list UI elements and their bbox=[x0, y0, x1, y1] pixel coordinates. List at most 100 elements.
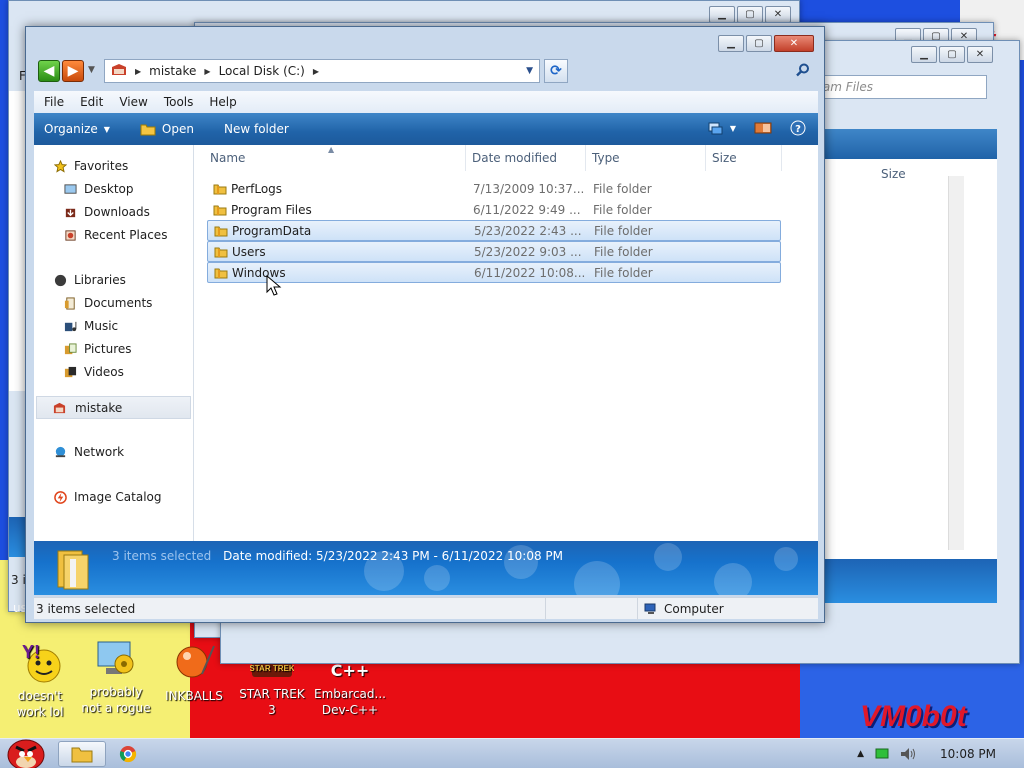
help-icon[interactable]: ? bbox=[790, 120, 806, 136]
file-row-perflogs[interactable]: PerfLogs 7/13/2009 10:37... File folder bbox=[207, 178, 781, 199]
menu-help[interactable]: Help bbox=[201, 91, 244, 113]
navigation-pane: Favorites Desktop Downloads Recent Place… bbox=[34, 145, 194, 541]
close-button[interactable]: ✕ bbox=[967, 46, 993, 63]
file-type: File folder bbox=[593, 202, 652, 217]
image-catalog-icon bbox=[54, 491, 67, 504]
svg-text:?: ? bbox=[795, 124, 801, 135]
breadcrumb-local-disk[interactable]: Local Disk (C:) bbox=[219, 64, 305, 78]
file-name: Users bbox=[232, 244, 266, 259]
column-date-label: Date modified bbox=[472, 151, 558, 165]
nav-favorites[interactable]: Favorites bbox=[34, 155, 193, 178]
wallpaper-brand: VM0b0t bbox=[860, 700, 967, 733]
menu-bar: File Edit View Tools Help bbox=[34, 91, 818, 113]
nav-recent-places[interactable]: Recent Places bbox=[34, 224, 193, 247]
network-status-icon[interactable] bbox=[874, 747, 890, 761]
decorative-bubble bbox=[774, 547, 798, 571]
new-folder-label: New folder bbox=[223, 122, 289, 136]
background-path-text: ram Files bbox=[818, 80, 873, 94]
menu-view[interactable]: View bbox=[111, 91, 155, 113]
column-name[interactable]: Name ▲ bbox=[204, 145, 466, 171]
breadcrumb-separator[interactable]: ▶ bbox=[313, 67, 319, 76]
multiple-folders-icon bbox=[57, 550, 89, 590]
file-row-program-files[interactable]: Program Files 6/11/2022 9:49 ... File fo… bbox=[207, 199, 781, 220]
minimize-button[interactable]: ▁ bbox=[911, 46, 937, 63]
background-size-column: Size bbox=[881, 167, 906, 181]
videos-icon bbox=[64, 366, 77, 378]
desktop-icon-label: Embarcad... bbox=[314, 687, 386, 701]
start-button-angry-bird-icon[interactable] bbox=[2, 735, 48, 768]
open-button[interactable]: Open bbox=[122, 122, 206, 136]
taskbar-explorer-button[interactable] bbox=[58, 741, 106, 767]
menu-file[interactable]: File bbox=[36, 91, 72, 113]
address-bar[interactable]: ▶ mistake ▶ Local Disk (C:) ▶ ▼ bbox=[104, 59, 540, 83]
status-selection: 3 items selected bbox=[34, 597, 546, 620]
desktop-icon-label: STAR TREK bbox=[239, 687, 305, 701]
yahoo-messenger-icon: Y! bbox=[18, 640, 62, 684]
nav-label: Pictures bbox=[84, 342, 132, 356]
nav-network[interactable]: Network bbox=[34, 441, 193, 464]
computer-icon bbox=[644, 603, 656, 614]
file-row-users[interactable]: Users 5/23/2022 9:03 ... File folder bbox=[207, 241, 781, 262]
refresh-button[interactable]: ⟳ bbox=[544, 59, 568, 83]
nav-libraries[interactable]: Libraries bbox=[34, 269, 193, 292]
desktop-icon-rogue[interactable]: probably not a rogue bbox=[76, 636, 156, 716]
nav-pictures[interactable]: Pictures bbox=[34, 338, 193, 361]
breadcrumb-mistake[interactable]: mistake bbox=[149, 64, 196, 78]
maximize-button[interactable]: ▢ bbox=[939, 46, 965, 63]
background-search-fragment: ram Files bbox=[811, 75, 987, 99]
maximize-button[interactable]: ▢ bbox=[737, 6, 763, 23]
folder-icon bbox=[214, 226, 228, 236]
breadcrumb-separator[interactable]: ▶ bbox=[135, 67, 141, 76]
column-type[interactable]: Type bbox=[586, 145, 706, 171]
star-trek-badge-text: STAR TREK bbox=[250, 664, 294, 673]
preview-pane-icon[interactable] bbox=[754, 121, 772, 135]
decorative-bubble bbox=[574, 561, 620, 595]
nav-image-catalog[interactable]: Image Catalog bbox=[34, 486, 193, 509]
breadcrumb-separator[interactable]: ▶ bbox=[204, 67, 210, 76]
file-row-programdata[interactable]: ProgramData 5/23/2022 2:43 ... File fold… bbox=[207, 220, 781, 241]
minimize-button[interactable]: ▁ bbox=[718, 35, 744, 52]
column-type-label: Type bbox=[592, 151, 620, 165]
folder-icon bbox=[214, 268, 228, 278]
nav-videos[interactable]: Videos bbox=[34, 361, 193, 384]
nav-documents[interactable]: Documents bbox=[34, 292, 193, 315]
nav-music[interactable]: Music bbox=[34, 315, 193, 338]
menu-tools[interactable]: Tools bbox=[156, 91, 202, 113]
background-scrollbar[interactable] bbox=[948, 176, 964, 550]
back-button[interactable]: ◀ bbox=[38, 60, 60, 82]
minimize-button[interactable]: ▁ bbox=[709, 6, 735, 23]
new-folder-button[interactable]: New folder bbox=[206, 122, 301, 136]
close-button[interactable]: ✕ bbox=[774, 35, 814, 52]
show-hidden-icons-icon[interactable]: ▲ bbox=[857, 749, 864, 759]
close-button[interactable]: ✕ bbox=[765, 6, 791, 23]
menu-edit[interactable]: Edit bbox=[72, 91, 111, 113]
user-folder-icon bbox=[111, 63, 127, 80]
address-dropdown-icon[interactable]: ▼ bbox=[526, 66, 533, 76]
nav-group-user: mistake bbox=[34, 396, 193, 419]
nav-user-mistake[interactable]: mistake bbox=[36, 396, 191, 419]
details-date-range: 5/23/2022 2:43 PM - 6/11/2022 10:08 PM bbox=[316, 549, 564, 563]
search-icon[interactable] bbox=[796, 63, 810, 77]
recent-pages-dropdown[interactable]: ▼ bbox=[88, 65, 95, 75]
maximize-button[interactable]: ▢ bbox=[746, 35, 772, 52]
volume-icon[interactable] bbox=[900, 747, 916, 761]
clock[interactable]: 10:08 PM bbox=[940, 747, 996, 761]
file-name-cell: Users bbox=[208, 245, 468, 259]
nav-downloads[interactable]: Downloads bbox=[34, 201, 193, 224]
address-row: ◀ ▶ ▼ ▶ mistake ▶ Local Disk (C:) ▶ ▼ ⟳ bbox=[36, 59, 816, 83]
chevron-down-icon: ▼ bbox=[729, 123, 736, 133]
status-bar: 3 items selected Computer bbox=[34, 597, 818, 620]
file-row-windows[interactable]: Windows 6/11/2022 10:08... File folder bbox=[207, 262, 781, 283]
computer-gears-icon bbox=[94, 636, 138, 680]
column-size[interactable]: Size bbox=[706, 145, 782, 171]
nav-desktop[interactable]: Desktop bbox=[34, 178, 193, 201]
forward-button[interactable]: ▶ bbox=[62, 60, 84, 82]
organize-button[interactable]: Organize ▼ bbox=[34, 122, 122, 136]
desktop-icon-yahoo[interactable]: Y! doesn't work lol bbox=[0, 640, 80, 720]
change-view-button[interactable]: ▼ bbox=[708, 121, 736, 135]
explorer-window: ▁ ▢ ✕ ◀ ▶ ▼ ▶ mistake ▶ Local Disk (C:) … bbox=[25, 26, 825, 623]
taskbar-chrome-button[interactable] bbox=[104, 741, 152, 767]
desktop-icon-devcpp[interactable]: C++ Embarcad... Dev-C++ bbox=[310, 660, 390, 718]
inkball-icon bbox=[172, 640, 216, 684]
column-date[interactable]: Date modified bbox=[466, 145, 586, 171]
